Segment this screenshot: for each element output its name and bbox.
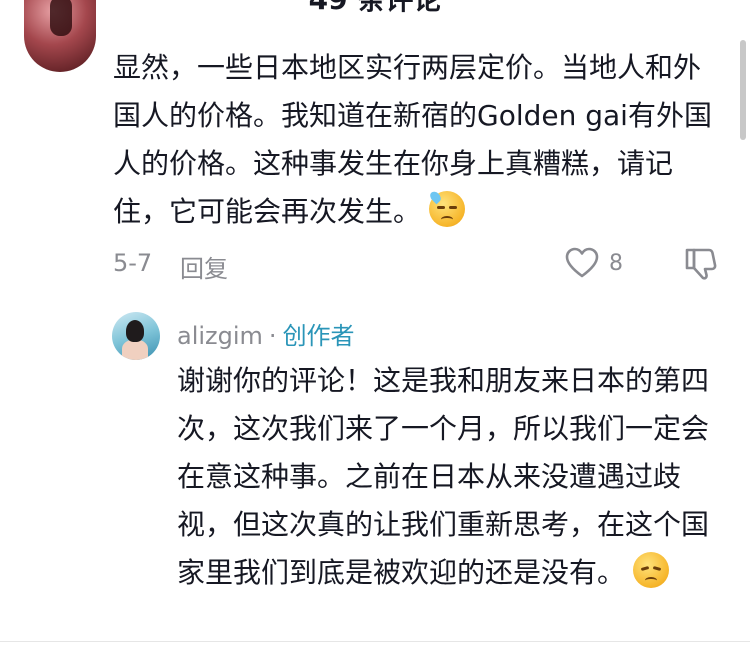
disappointed-emoji-icon bbox=[633, 552, 670, 588]
commenter-avatar[interactable] bbox=[24, 0, 96, 72]
reply-text: 谢谢你的评论！这是我和朋友来日本的第四次，这次我们来了一个月，所以我们一定会在意… bbox=[177, 364, 710, 589]
scrollbar[interactable] bbox=[740, 40, 746, 140]
author-name[interactable]: alizgim bbox=[177, 322, 263, 350]
heart-outline-icon[interactable] bbox=[565, 247, 599, 279]
reply-button[interactable]: 回复 bbox=[180, 249, 228, 284]
comment-date: 5-7 bbox=[113, 249, 153, 277]
author-separator: · bbox=[268, 322, 277, 350]
author-avatar[interactable] bbox=[112, 312, 160, 360]
comments-header-title: 49 条评论 bbox=[0, 0, 750, 18]
avatar-figure bbox=[50, 0, 72, 36]
thumbs-down-icon[interactable] bbox=[683, 246, 719, 282]
downcast-sweat-emoji-icon bbox=[428, 189, 466, 227]
creator-badge: 创作者 bbox=[282, 322, 355, 350]
avatar-hair bbox=[126, 320, 144, 342]
comment-text: 显然，一些日本地区实行两层定价。当地人和外国人的价格。我知道在新宿的Golden… bbox=[113, 51, 712, 228]
reply-author-row: alizgim · 创作者 bbox=[177, 316, 355, 351]
divider bbox=[0, 641, 750, 642]
like-count: 8 bbox=[609, 251, 623, 276]
reply-body: 谢谢你的评论！这是我和朋友来日本的第四次，这次我们来了一个月，所以我们一定会在意… bbox=[177, 357, 722, 597]
avatar-body bbox=[122, 340, 148, 360]
comment-body: 显然，一些日本地区实行两层定价。当地人和外国人的价格。我知道在新宿的Golden… bbox=[113, 44, 723, 236]
